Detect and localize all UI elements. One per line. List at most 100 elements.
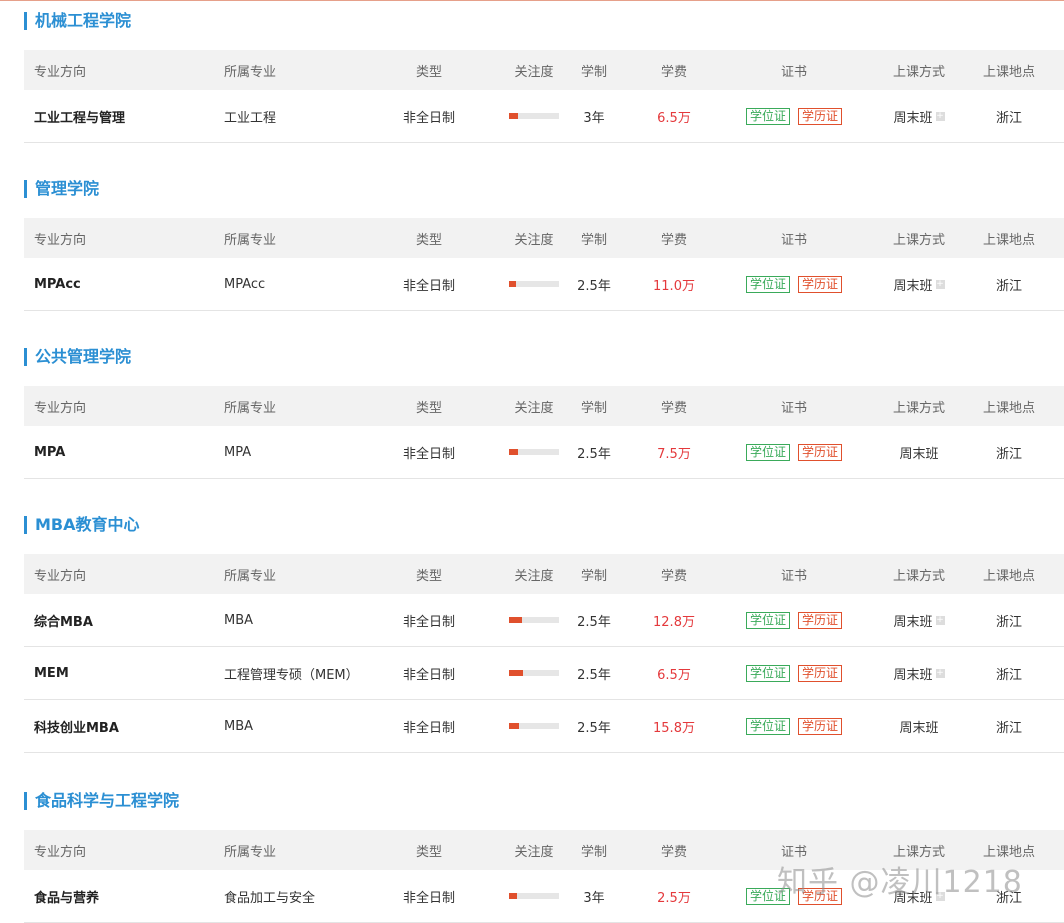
program-table: 专业方向 所属专业 类型 关注度 学制 学费 证书 上课方式 上课地点 工业工程与管理 工业工程 非全… <box>24 50 1064 143</box>
degree-certificate-badge: 学位证 <box>745 107 790 125</box>
class-mode-text: 周末班 <box>893 278 933 294</box>
fee-cell: 6.5万 <box>657 667 691 683</box>
attention-bar <box>509 617 559 623</box>
degree-certificate-badge: 学位证 <box>745 664 790 682</box>
header-cell: 上课方式 <box>892 232 945 248</box>
location-cell: 浙江 <box>995 446 1022 462</box>
direction-cell[interactable]: MPAcc <box>34 258 81 310</box>
degree-certificate-badge: 学位证 <box>745 717 790 735</box>
location-cell: 浙江 <box>995 667 1022 683</box>
attention-bar <box>509 723 559 729</box>
expand-plus-icon[interactable]: + <box>935 279 945 289</box>
degree-certificate-badge: 学位证 <box>745 275 790 293</box>
duration-cell: 2.5年 <box>577 720 611 736</box>
header-cell: 所属专业 <box>224 64 277 80</box>
header-cell: 学制 <box>580 64 607 80</box>
certificate-cell: 学位证 学历证 <box>714 426 874 478</box>
table-row[interactable]: 综合MBA MBA 非全日制 2.5年 12.8万 学位证 学历证 周末班 + 浙江 <box>24 594 1064 647</box>
header-cell: 类型 <box>415 568 442 584</box>
location-cell: 浙江 <box>995 720 1022 736</box>
header-cell: 证书 <box>780 568 807 584</box>
class-mode-text: 周末班 <box>893 614 933 630</box>
header-cell: 上课方式 <box>892 64 945 80</box>
header-cell: 学费 <box>660 232 687 248</box>
major-cell: 食品加工与安全 <box>224 890 316 906</box>
type-cell: 非全日制 <box>402 890 455 906</box>
degree-certificate-badge: 学位证 <box>745 611 790 629</box>
direction-cell[interactable]: 食品与营养 <box>34 870 99 922</box>
table-row[interactable]: MPA MPA 非全日制 2.5年 7.5万 学位证 学历证 周末班 浙江 <box>24 426 1064 479</box>
fee-cell: 7.5万 <box>657 446 691 462</box>
location-cell: 浙江 <box>995 110 1022 126</box>
table-row[interactable]: MEM 工程管理专硕（MEM） 非全日制 2.5年 6.5万 学位证 学历证 周末班 + 浙江 <box>24 647 1064 700</box>
attention-bar <box>509 281 559 287</box>
direction-cell[interactable]: MPA <box>34 426 65 478</box>
major-cell: 工程管理专硕（MEM） <box>224 667 359 683</box>
expand-plus-icon[interactable]: + <box>935 668 945 678</box>
certificate-cell: 学位证 学历证 <box>714 90 874 142</box>
header-cell: 上课地点 <box>982 400 1035 416</box>
expand-plus-icon[interactable]: + <box>935 111 945 121</box>
major-cell: MBA <box>224 718 254 734</box>
program-table: 专业方向 所属专业 类型 关注度 学制 学费 证书 上课方式 上课地点 MPA MPA 非全日制 2.5… <box>24 386 1064 479</box>
header-cell: 所属专业 <box>224 400 277 416</box>
header-cell: 学费 <box>660 64 687 80</box>
table-header: 专业方向 所属专业 类型 关注度 学制 学费 证书 上课方式 上课地点 <box>24 386 1064 426</box>
header-cell: 上课地点 <box>982 568 1035 584</box>
class-mode-cell: 周末班 + <box>879 594 959 646</box>
major-cell: 工业工程 <box>224 110 277 126</box>
class-mode-text: 周末班 <box>899 720 939 736</box>
header-cell: 学制 <box>580 568 607 584</box>
header-cell: 证书 <box>780 400 807 416</box>
attention-bar-fill <box>509 723 519 729</box>
type-cell: 非全日制 <box>402 278 455 294</box>
header-cell: 学费 <box>660 400 687 416</box>
attention-bar-fill <box>509 670 523 676</box>
table-row[interactable]: 工业工程与管理 工业工程 非全日制 3年 6.5万 学位证 学历证 周末班 + 浙江 <box>24 90 1064 143</box>
certificate-cell: 学位证 学历证 <box>714 258 874 310</box>
duration-cell: 2.5年 <box>577 278 611 294</box>
certificate-cell: 学位证 学历证 <box>714 594 874 646</box>
attention-bar-fill <box>509 449 518 455</box>
duration-cell: 3年 <box>583 110 605 126</box>
duration-cell: 2.5年 <box>577 614 611 630</box>
duration-cell: 3年 <box>583 890 605 906</box>
header-cell: 学制 <box>580 844 607 860</box>
class-mode-cell: 周末班 + <box>879 258 959 310</box>
diploma-certificate-badge: 学历证 <box>798 664 843 682</box>
college-title[interactable]: 管理学院 <box>24 180 99 198</box>
header-cell: 所属专业 <box>224 844 277 860</box>
attention-bar-fill <box>509 113 518 119</box>
type-cell: 非全日制 <box>402 667 455 683</box>
direction-cell[interactable]: MEM <box>34 647 69 699</box>
college-title[interactable]: 食品科学与工程学院 <box>24 792 179 810</box>
direction-cell[interactable]: 工业工程与管理 <box>34 90 125 142</box>
header-cell: 所属专业 <box>224 568 277 584</box>
direction-cell[interactable]: 综合MBA <box>34 594 93 646</box>
direction-cell[interactable]: 科技创业MBA <box>34 700 119 752</box>
expand-plus-icon[interactable]: + <box>935 615 945 625</box>
header-cell: 专业方向 <box>34 568 87 584</box>
table-row[interactable]: MPAcc MPAcc 非全日制 2.5年 11.0万 学位证 学历证 周末班 + 浙江 <box>24 258 1064 311</box>
college-title[interactable]: 公共管理学院 <box>24 348 131 366</box>
diploma-certificate-badge: 学历证 <box>798 275 843 293</box>
header-cell: 上课方式 <box>892 400 945 416</box>
header-cell: 专业方向 <box>34 844 87 860</box>
header-cell: 类型 <box>415 232 442 248</box>
header-cell: 学费 <box>660 568 687 584</box>
class-mode-cell: 周末班 <box>879 700 959 752</box>
header-cell: 学制 <box>580 232 607 248</box>
header-cell: 所属专业 <box>224 232 277 248</box>
header-cell: 专业方向 <box>34 64 87 80</box>
header-cell: 证书 <box>780 64 807 80</box>
college-title[interactable]: 机械工程学院 <box>24 12 131 30</box>
college-title[interactable]: MBA教育中心 <box>24 516 140 534</box>
class-mode-cell: 周末班 + <box>879 647 959 699</box>
location-cell: 浙江 <box>995 614 1022 630</box>
header-cell: 类型 <box>415 400 442 416</box>
attention-bar <box>509 449 559 455</box>
header-cell: 类型 <box>415 844 442 860</box>
table-row[interactable]: 科技创业MBA MBA 非全日制 2.5年 15.8万 学位证 学历证 周末班 浙江 <box>24 700 1064 753</box>
major-cell: MPAcc <box>224 276 266 292</box>
watermark: 知乎 @凌川1218 <box>777 865 1023 900</box>
